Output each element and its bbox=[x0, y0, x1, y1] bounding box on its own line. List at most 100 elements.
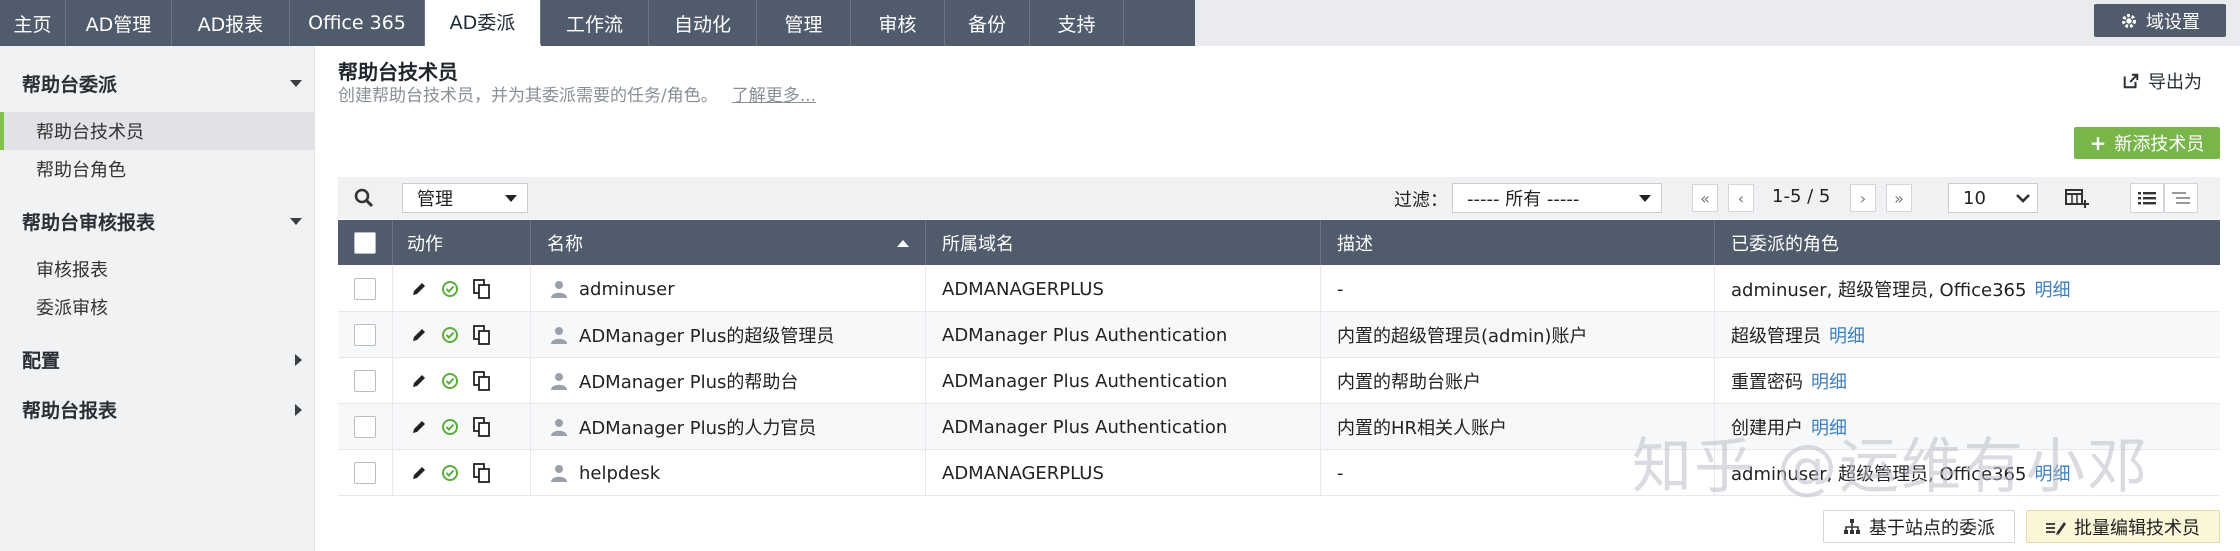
first-page-button[interactable]: « bbox=[1692, 184, 1718, 212]
technician-name[interactable]: ADManager Plus的人力官员 bbox=[579, 414, 816, 440]
technician-name[interactable]: ADManager Plus的超级管理员 bbox=[579, 322, 834, 348]
table-columns-icon bbox=[2065, 189, 2089, 208]
sidebar-section-configuration[interactable]: 配置 bbox=[22, 346, 302, 373]
bulk-edit-technicians-label: 批量编辑技术员 bbox=[2074, 517, 2200, 539]
technician-name[interactable]: helpdesk bbox=[579, 463, 660, 484]
copy-button[interactable] bbox=[473, 279, 491, 299]
edit-button[interactable] bbox=[411, 465, 427, 481]
tab-home[interactable]: 主页 bbox=[0, 0, 66, 46]
column-header-delegated-roles[interactable]: 已委派的角色 bbox=[1715, 220, 2220, 265]
row-checkbox[interactable] bbox=[354, 370, 376, 392]
column-header-name[interactable]: 名称 bbox=[531, 220, 926, 265]
details-link[interactable]: 明细 bbox=[2034, 460, 2070, 486]
status-toggle-button[interactable] bbox=[441, 326, 459, 344]
next-page-button[interactable]: › bbox=[1850, 184, 1876, 212]
row-select-cell bbox=[338, 312, 393, 358]
tab-ad-delegation[interactable]: AD委派 bbox=[425, 0, 541, 46]
row-checkbox[interactable] bbox=[354, 416, 376, 438]
enabled-status-icon bbox=[442, 327, 458, 343]
status-toggle-button[interactable] bbox=[441, 372, 459, 390]
export-label: 导出为 bbox=[2148, 72, 2202, 93]
sidebar-section-helpdesk-audit-reports[interactable]: 帮助台审核报表 bbox=[22, 208, 302, 235]
table-toolbar: 管理 过滤： ----- 所有 ----- « ‹ 1-5 / 5 › » 10 bbox=[338, 177, 2220, 219]
page-size-select[interactable]: 10 bbox=[1948, 183, 2038, 213]
tab-ad-management[interactable]: AD管理 bbox=[66, 0, 172, 46]
edit-button[interactable] bbox=[411, 281, 427, 297]
tab-backup[interactable]: 备份 bbox=[945, 0, 1030, 46]
sidebar-item-delegation-audit[interactable]: 委派审核 bbox=[0, 288, 315, 326]
chevron-down-icon bbox=[290, 218, 302, 225]
list-view-icon bbox=[2138, 192, 2156, 205]
edit-button[interactable] bbox=[411, 419, 427, 435]
export-icon bbox=[2123, 73, 2139, 89]
tab-support[interactable]: 支持 bbox=[1030, 0, 1124, 46]
tab-admin[interactable]: 管理 bbox=[757, 0, 851, 46]
technician-name[interactable]: adminuser bbox=[579, 279, 675, 300]
sidebar-section-helpdesk-reports[interactable]: 帮助台报表 bbox=[22, 396, 302, 423]
filter-label: 过滤： bbox=[1394, 190, 1448, 211]
edit-button[interactable] bbox=[411, 327, 427, 343]
export-button[interactable]: 导出为 bbox=[2122, 68, 2202, 94]
tree-view-button[interactable] bbox=[2164, 183, 2198, 213]
copy-button[interactable] bbox=[473, 371, 491, 391]
details-link[interactable]: 明细 bbox=[1811, 368, 1847, 394]
row-checkbox[interactable] bbox=[354, 278, 376, 300]
status-toggle-button[interactable] bbox=[441, 464, 459, 482]
details-link[interactable]: 明细 bbox=[1829, 322, 1865, 348]
technician-description: 内置的帮助台账户 bbox=[1337, 372, 1481, 393]
delegated-roles: adminuser, 超级管理员, Office365 bbox=[1731, 280, 2027, 301]
details-link[interactable]: 明细 bbox=[2034, 276, 2070, 302]
delegated-roles: 创建用户 bbox=[1731, 418, 1803, 439]
prev-page-button[interactable]: ‹ bbox=[1728, 184, 1754, 212]
column-header-domain[interactable]: 所属域名 bbox=[926, 220, 1321, 265]
sidebar-item-helpdesk-roles[interactable]: 帮助台角色 bbox=[0, 150, 315, 188]
tab-office365[interactable]: Office 365 bbox=[290, 0, 425, 46]
add-technician-button[interactable]: + 新添技术员 bbox=[2074, 127, 2220, 159]
copy-button[interactable] bbox=[473, 417, 491, 437]
technician-name[interactable]: ADManager Plus的帮助台 bbox=[579, 368, 798, 394]
row-checkbox[interactable] bbox=[354, 324, 376, 346]
edit-button[interactable] bbox=[411, 373, 427, 389]
add-column-button[interactable] bbox=[2060, 183, 2094, 213]
enabled-status-icon bbox=[442, 281, 458, 297]
column-header-description[interactable]: 描述 bbox=[1321, 220, 1715, 265]
status-toggle-button[interactable] bbox=[441, 280, 459, 298]
page-description: 创建帮助台技术员，并为其委派需要的任务/角色。 了解更多... bbox=[338, 81, 816, 106]
site-based-delegation-button[interactable]: 基于站点的委派 bbox=[1823, 510, 2015, 543]
last-page-button[interactable]: » bbox=[1886, 184, 1912, 212]
user-icon bbox=[551, 327, 567, 344]
copy-button[interactable] bbox=[473, 463, 491, 483]
delegated-roles: 重置密码 bbox=[1731, 372, 1803, 393]
select-all-checkbox[interactable] bbox=[354, 231, 376, 254]
edit-icon bbox=[413, 375, 425, 387]
filter-select[interactable]: ----- 所有 ----- bbox=[1452, 183, 1662, 213]
sidebar-item-audit-reports[interactable]: 审核报表 bbox=[0, 250, 315, 288]
sidebar-item-helpdesk-technicians[interactable]: 帮助台技术员 bbox=[0, 112, 315, 150]
sidebar-section-label: 帮助台审核报表 bbox=[22, 212, 156, 234]
chevron-right-icon bbox=[295, 403, 302, 416]
list-view-button[interactable] bbox=[2130, 183, 2164, 213]
row-select-cell bbox=[338, 358, 393, 404]
tab-ad-reports[interactable]: AD报表 bbox=[172, 0, 290, 46]
row-description-cell: - bbox=[1321, 266, 1715, 312]
details-link[interactable]: 明细 bbox=[1811, 414, 1847, 440]
bulk-edit-technicians-button[interactable]: 批量编辑技术员 bbox=[2026, 510, 2220, 543]
table-row: helpdesk ADMANAGERPLUS - adminuser, 超级管理员, … bbox=[338, 450, 2220, 496]
row-actions-cell bbox=[393, 312, 531, 358]
domain-settings-button[interactable]: 域设置 bbox=[2094, 4, 2226, 37]
tab-audit[interactable]: 审核 bbox=[851, 0, 945, 46]
manage-select[interactable]: 管理 bbox=[402, 183, 528, 213]
tab-automation[interactable]: 自动化 bbox=[649, 0, 757, 46]
search-icon[interactable] bbox=[354, 188, 374, 208]
status-toggle-button[interactable] bbox=[441, 418, 459, 436]
row-checkbox[interactable] bbox=[354, 462, 376, 484]
sidebar-section-label: 帮助台委派 bbox=[22, 74, 118, 96]
sidebar-section-label: 配置 bbox=[22, 350, 61, 372]
tab-workflow[interactable]: 工作流 bbox=[541, 0, 649, 46]
row-roles-cell: 超级管理员 明细 bbox=[1715, 312, 2220, 358]
learn-more-link[interactable]: 了解更多... bbox=[732, 86, 816, 106]
page-range: 1-5 / 5 bbox=[1772, 186, 1831, 207]
copy-button[interactable] bbox=[473, 325, 491, 345]
sidebar-section-helpdesk-delegation[interactable]: 帮助台委派 bbox=[22, 70, 302, 97]
bulk-edit-icon bbox=[2046, 521, 2066, 535]
